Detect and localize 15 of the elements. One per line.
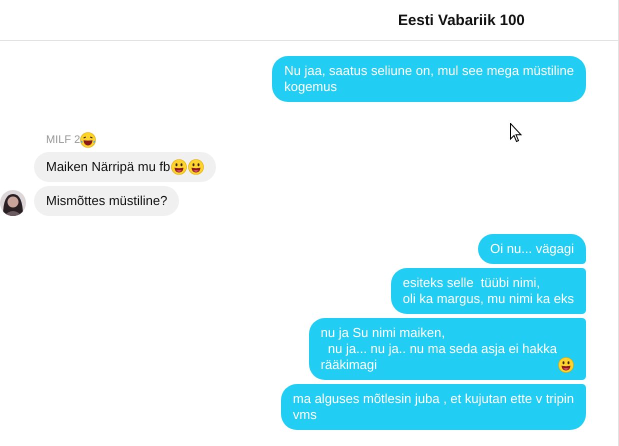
mouse-pointer-icon bbox=[510, 123, 522, 143]
avatar-icon[interactable] bbox=[0, 190, 26, 216]
sender-name: MILF 2 bbox=[46, 134, 80, 146]
message-text: Mismõttes müstiline? bbox=[46, 193, 168, 209]
message-text: Nu jaa, saatus seliune on, mul see mega müstiline kogemus bbox=[284, 63, 574, 95]
laughing-tears-face-icon bbox=[80, 132, 96, 148]
message-text: ma alguses mõtlesin juba , et kujutan ette v tripin vms bbox=[292, 391, 574, 423]
chat-title: Eesti Vabariik 100 bbox=[398, 12, 525, 28]
grinning-face-icon bbox=[558, 357, 574, 373]
grinning-face-icon bbox=[188, 159, 204, 175]
message-text: Oi nu... vägagi bbox=[490, 241, 574, 257]
message-text: esiteks selle tüübi nimi, oli ka margus, mu nimi ka eks bbox=[402, 275, 574, 307]
message-text: nu ja Su nimi maiken, nu ja... nu ja.. nu ma seda asja ei hakka rääkimagi bbox=[320, 325, 557, 373]
grinning-face-icon bbox=[171, 159, 188, 175]
message-text: Maiken Närripä mu fb bbox=[46, 159, 170, 175]
